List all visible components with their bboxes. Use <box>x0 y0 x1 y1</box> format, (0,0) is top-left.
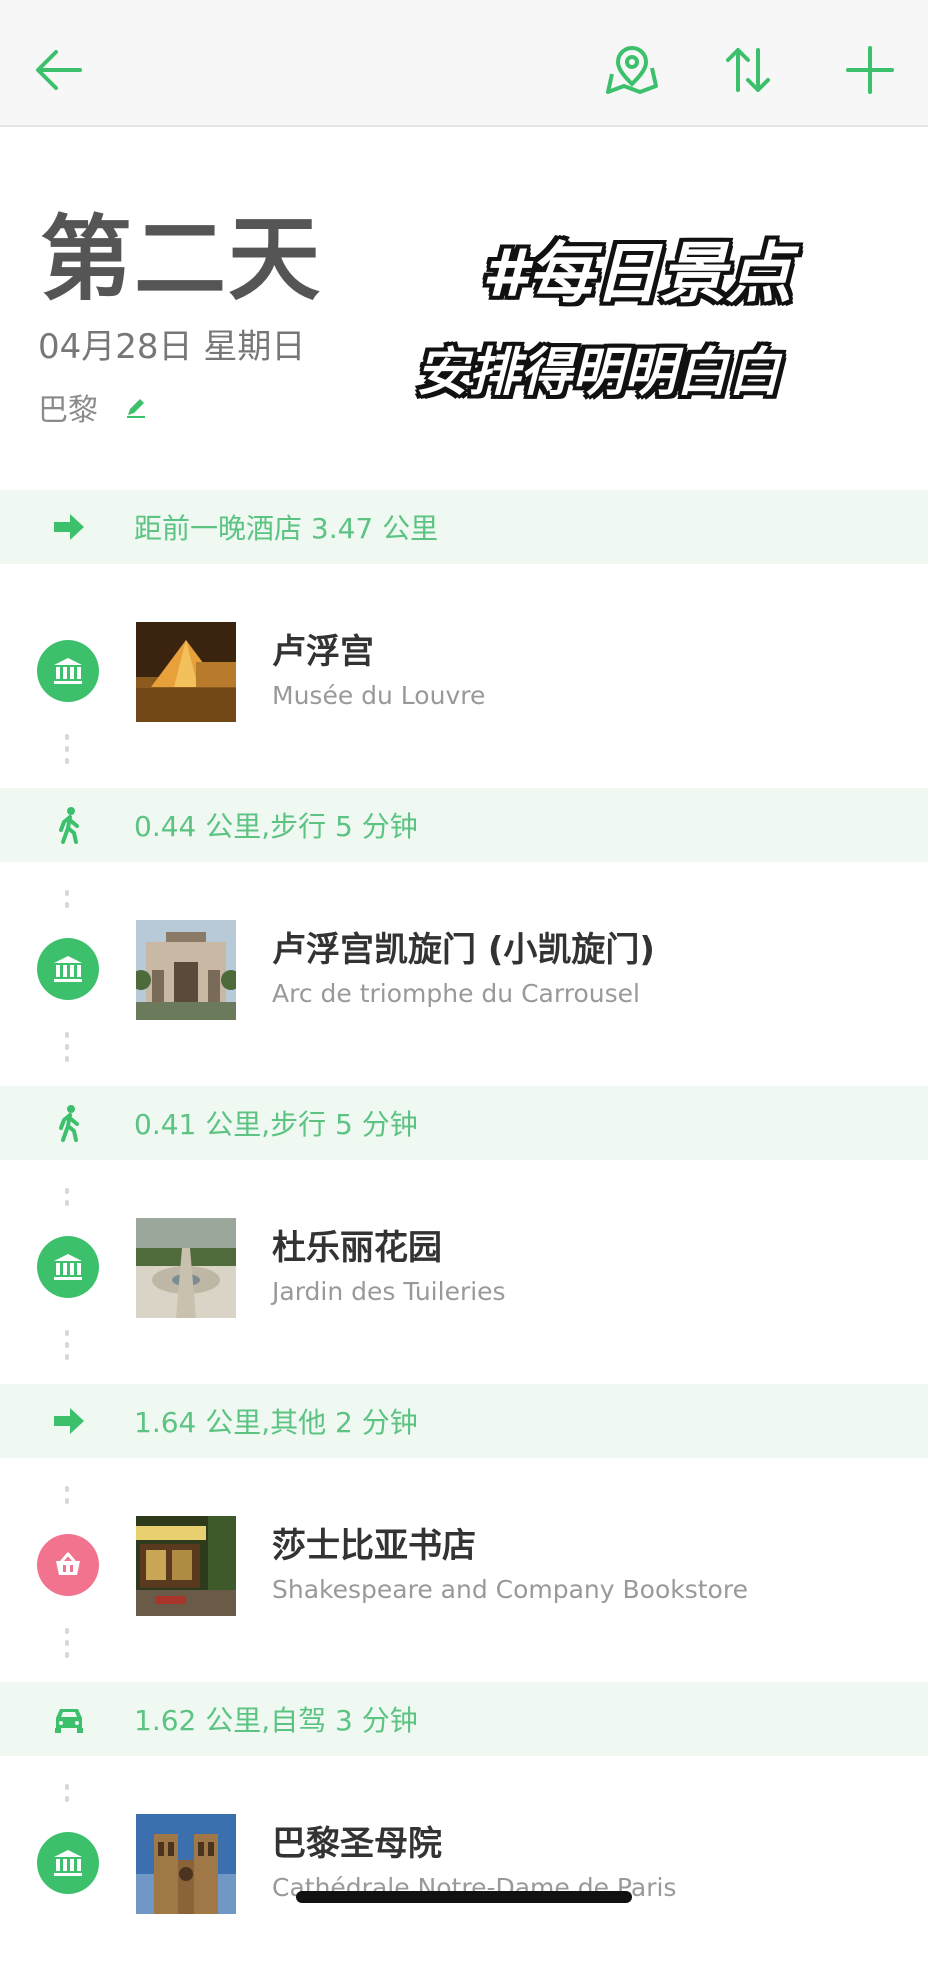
transit-row[interactable]: 0.44 公里,步行 5 分钟 <box>0 788 928 862</box>
place-item[interactable]: 巴黎圣母院 Cathédrale Notre-Dame de Paris <box>0 1756 928 1978</box>
timeline-dots <box>65 1032 69 1068</box>
timeline-dots <box>65 734 69 770</box>
page-title: 第二天 <box>40 206 323 313</box>
place-item[interactable]: 卢浮宫 Musée du Louvre <box>0 564 928 786</box>
walk-icon <box>59 1105 79 1142</box>
pencil-icon[interactable] <box>122 393 150 421</box>
walk-icon <box>59 807 79 844</box>
transit-text: 0.44 公里,步行 5 分钟 <box>134 810 418 843</box>
map-pin-icon[interactable] <box>600 38 664 102</box>
timeline-dots <box>65 1628 69 1664</box>
shopping-basket-icon <box>37 1534 99 1596</box>
timeline-dots <box>65 890 69 914</box>
place-name: 巴黎圣母院 <box>272 1824 442 1864</box>
transit-row[interactable]: 1.64 公里,其他 2 分钟 <box>0 1384 928 1458</box>
timeline-dots <box>65 1486 69 1510</box>
place-name: 莎士比亚书店 <box>272 1526 476 1566</box>
place-thumbnail[interactable] <box>136 920 236 1020</box>
transit-row[interactable]: 1.62 公里,自驾 3 分钟 <box>0 1682 928 1756</box>
arrow-right-icon <box>54 514 84 540</box>
city-label: 巴黎 <box>38 393 98 428</box>
place-subtitle: Jardin des Tuileries <box>272 1277 506 1306</box>
museum-icon <box>37 640 99 702</box>
place-thumbnail[interactable] <box>136 622 236 722</box>
place-item[interactable]: 杜乐丽花园 Jardin des Tuileries <box>0 1160 928 1382</box>
place-subtitle: Shakespeare and Company Bookstore <box>272 1575 748 1604</box>
top-toolbar <box>0 0 928 127</box>
transit-row[interactable]: 距前一晚酒店 3.47 公里 <box>0 490 928 564</box>
transit-text: 距前一晚酒店 3.47 公里 <box>134 512 439 545</box>
transit-text: 1.62 公里,自驾 3 分钟 <box>134 1704 418 1737</box>
timeline-dots <box>65 1330 69 1366</box>
date-label: 04月28日 星期日 <box>38 327 306 367</box>
place-subtitle: Musée du Louvre <box>272 681 486 710</box>
place-item[interactable]: 莎士比亚书店 Shakespeare and Company Bookstore <box>0 1458 928 1680</box>
museum-icon <box>37 1236 99 1298</box>
timeline-dots <box>65 1188 69 1212</box>
add-icon[interactable] <box>838 38 902 102</box>
back-arrow-icon[interactable] <box>28 38 92 102</box>
transit-text: 0.41 公里,步行 5 分钟 <box>134 1108 418 1141</box>
home-indicator[interactable] <box>296 1891 632 1903</box>
place-subtitle: Arc de triomphe du Carrousel <box>272 979 640 1008</box>
timeline-dots <box>65 1784 69 1808</box>
museum-icon <box>37 938 99 1000</box>
sort-icon[interactable] <box>716 38 780 102</box>
arrow-right-icon <box>54 1408 84 1434</box>
place-item[interactable]: 卢浮宫凯旋门 (小凯旋门) Arc de triomphe du Carrous… <box>0 862 928 1084</box>
place-thumbnail[interactable] <box>136 1218 236 1318</box>
place-name: 杜乐丽花园 <box>272 1228 442 1268</box>
overlay-caption-2: 安排得明明白白 <box>416 343 781 403</box>
overlay-caption-1: #每日景点 <box>482 235 792 312</box>
transit-text: 1.64 公里,其他 2 分钟 <box>134 1406 418 1439</box>
place-name: 卢浮宫凯旋门 (小凯旋门) <box>272 930 655 970</box>
museum-icon <box>37 1832 99 1894</box>
city-row: 巴黎 <box>38 385 150 429</box>
place-thumbnail[interactable] <box>136 1814 236 1914</box>
place-thumbnail[interactable] <box>136 1516 236 1616</box>
transit-row[interactable]: 0.41 公里,步行 5 分钟 <box>0 1086 928 1160</box>
place-name: 卢浮宫 <box>272 632 374 672</box>
car-icon <box>55 1709 83 1733</box>
